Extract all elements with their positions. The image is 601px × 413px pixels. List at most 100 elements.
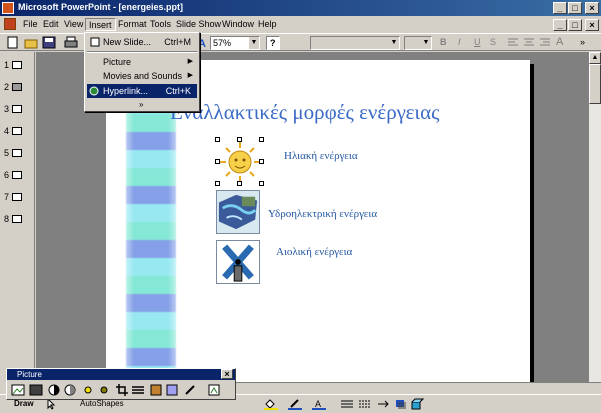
scroll-thumb[interactable] (589, 64, 601, 104)
menu-item-movies-sounds[interactable]: Movies and Sounds ▶ (87, 69, 197, 83)
underline-button[interactable]: U (474, 37, 481, 47)
less-brightness-icon[interactable] (97, 383, 111, 397)
menu-tools[interactable]: Tools (147, 18, 174, 31)
center-icon[interactable] (522, 36, 536, 49)
powerpoint-app-icon[interactable] (2, 2, 14, 14)
italic-button[interactable]: I (458, 37, 461, 47)
menu-item-hyperlink[interactable]: Hyperlink... Ctrl+K (87, 84, 197, 98)
selection-handle[interactable] (215, 159, 220, 164)
shadow-button[interactable]: S (490, 37, 496, 47)
font-size-box[interactable]: ▼ (404, 36, 432, 50)
font-name-box[interactable]: ▼ (310, 36, 400, 50)
new-icon[interactable] (6, 36, 20, 49)
line-style-icon[interactable] (340, 398, 354, 410)
slide-icon[interactable] (12, 171, 22, 179)
menu-item-new-slide[interactable]: New Slide... Ctrl+M (87, 35, 197, 49)
slide-item-wind[interactable]: Αιολική ενέργεια (276, 246, 352, 258)
selection-handle[interactable] (259, 137, 264, 142)
slide-number[interactable]: 2 (4, 82, 9, 92)
line-style-icon[interactable] (131, 383, 145, 397)
slide-icon[interactable] (12, 127, 22, 135)
slide-number[interactable]: 5 (4, 148, 9, 158)
font-dropdown-icon[interactable]: ▼ (389, 37, 399, 49)
insert-picture-icon[interactable] (11, 383, 25, 397)
format-picture-icon[interactable] (165, 383, 179, 397)
slide-icon[interactable] (12, 61, 22, 69)
arrow-style-icon[interactable] (376, 398, 390, 410)
bold-button[interactable]: B (440, 37, 447, 47)
draw-menu-button[interactable]: Draw (14, 399, 34, 408)
scroll-up-icon[interactable]: ▲ (589, 52, 601, 64)
less-contrast-icon[interactable] (63, 383, 77, 397)
reset-picture-icon[interactable] (207, 383, 221, 397)
slide-item-solar[interactable]: Ηλιακή ενέργεια (284, 150, 358, 162)
vertical-scrollbar[interactable]: ▲ (588, 52, 601, 382)
recolor-picture-icon[interactable] (149, 383, 163, 397)
sun-clipart-icon[interactable] (218, 140, 262, 184)
doc-minimize-button[interactable]: _ (553, 19, 567, 31)
slide-icon[interactable] (12, 83, 22, 91)
autoshapes-menu-button[interactable]: AutoShapes (80, 399, 124, 408)
more-contrast-icon[interactable] (47, 383, 61, 397)
slide-number[interactable]: 4 (4, 126, 9, 136)
help-button[interactable]: ? (266, 36, 280, 50)
menu-help[interactable]: Help (255, 18, 280, 31)
font-color-icon[interactable]: A (312, 398, 326, 410)
menu-format[interactable]: Format (115, 18, 150, 31)
size-dropdown-icon[interactable]: ▼ (421, 37, 431, 49)
picture-toolbar-title[interactable]: Picture (7, 369, 235, 380)
hydro-clipart-icon[interactable] (216, 190, 260, 234)
set-transparent-color-icon[interactable] (183, 383, 197, 397)
slide-item-hydro[interactable]: Υδροηλεκτρική ενέργεια (268, 208, 377, 220)
windmill-clipart-icon[interactable] (216, 240, 260, 284)
menu-slide-show[interactable]: Slide Show (173, 18, 224, 31)
save-icon[interactable] (42, 36, 56, 49)
increase-font-button[interactable]: A (556, 36, 563, 48)
doc-restore-button[interactable]: □ (568, 19, 582, 31)
slide-number[interactable]: 6 (4, 170, 9, 180)
crop-icon[interactable] (115, 383, 129, 397)
menu-edit[interactable]: Edit (40, 18, 62, 31)
minimize-button[interactable]: _ (553, 2, 567, 14)
selection-handle[interactable] (237, 181, 242, 186)
menu-item-picture[interactable]: Picture ▶ (87, 55, 197, 69)
selection-handle[interactable] (215, 137, 220, 142)
slide-number[interactable]: 1 (4, 60, 9, 70)
picture-toolbar-close-button[interactable]: × (221, 369, 233, 379)
line-color-icon[interactable] (288, 398, 302, 410)
document-icon[interactable] (4, 18, 16, 30)
selection-handle[interactable] (237, 137, 242, 142)
align-left-icon[interactable] (506, 36, 520, 49)
selection-handle[interactable] (259, 159, 264, 164)
slide-icon[interactable] (12, 193, 22, 201)
more-brightness-icon[interactable] (81, 383, 95, 397)
menu-view[interactable]: View (61, 18, 86, 31)
close-button[interactable]: × (585, 2, 599, 14)
menu-file[interactable]: File (20, 18, 41, 31)
image-control-icon[interactable] (29, 383, 43, 397)
menu-window[interactable]: Window (219, 18, 257, 31)
print-icon[interactable] (64, 36, 78, 49)
slide-icon[interactable] (12, 149, 22, 157)
zoom-dropdown-icon[interactable]: ▼ (249, 37, 259, 49)
zoom-box[interactable]: 57% ▼ (210, 36, 260, 50)
shadow-icon[interactable] (394, 398, 408, 410)
more-buttons-icon[interactable]: » (580, 37, 585, 47)
align-right-icon[interactable] (538, 36, 552, 49)
slide-title[interactable]: Εναλλακτικές μορφές ενέργειας (170, 100, 439, 125)
fill-color-icon[interactable] (264, 398, 278, 410)
maximize-button[interactable]: □ (568, 2, 582, 14)
slide-icon[interactable] (12, 105, 22, 113)
slide-number[interactable]: 7 (4, 192, 9, 202)
menu-expand-button[interactable]: » (87, 98, 197, 112)
slide-icon[interactable] (12, 215, 22, 223)
menu-insert[interactable]: Insert (85, 18, 116, 31)
slide-number[interactable]: 3 (4, 104, 9, 114)
slide-number[interactable]: 8 (4, 214, 9, 224)
selection-handle[interactable] (259, 181, 264, 186)
doc-close-button[interactable]: × (585, 19, 599, 31)
selection-handle[interactable] (215, 181, 220, 186)
open-icon[interactable] (24, 36, 38, 49)
3d-icon[interactable] (410, 398, 424, 410)
dash-style-icon[interactable] (358, 398, 372, 410)
